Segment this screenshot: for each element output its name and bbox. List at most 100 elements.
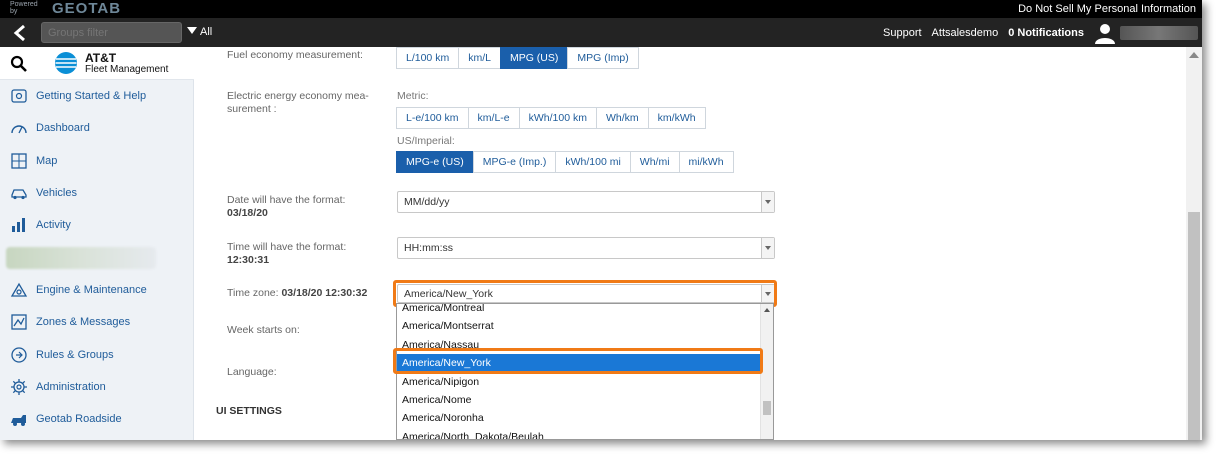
all-label: All [200,26,213,38]
electric-label-line2: surement : [227,103,277,115]
sidebar-item-label: Dashboard [36,122,90,135]
us-option-mpge-us[interactable]: MPG-e (US) [396,151,474,173]
sidebar-item-activity[interactable]: Activity [0,209,194,241]
time-format-text: Time will have the format: [227,241,347,253]
time-format-value: HH:mm:ss [404,242,453,254]
user-icon[interactable] [1094,22,1116,44]
electric-label-line1: Electric energy economy mea- [227,90,369,102]
tz-option[interactable]: America/Noronha [397,409,761,427]
scroll-thumb[interactable] [763,401,771,415]
date-format-example: 03/18/20 [227,207,268,219]
us-option-kwh100mi[interactable]: kWh/100 mi [555,151,631,173]
scroll-thumb[interactable] [1188,212,1200,440]
sidebar-item-zones-messages[interactable]: Zones & Messages [0,306,194,338]
sidebar-item-label: Administration [36,380,106,393]
us-option-mikwh[interactable]: mi/kWh [678,151,734,173]
dashboard-icon [11,125,27,134]
tz-option[interactable]: America/North_Dakota/Beulah [397,428,761,439]
user-name[interactable]: Attsalesdemo [932,27,999,39]
language-label: Language: [227,366,277,378]
time-zone-text: Time zone: [227,287,279,299]
gear-icon [11,378,27,395]
sidebar: AT&T Fleet Management Getting Started & … [0,47,194,440]
time-zone-example: 03/18/20 12:30:32 [281,287,368,299]
sidebar-item-blurred[interactable] [0,241,194,273]
sidebar-item-rules-groups[interactable]: Rules & Groups [0,338,194,370]
metric-option-kmkwh[interactable]: km/kWh [647,107,706,129]
do-not-sell-link[interactable]: Do Not Sell My Personal Information [1018,3,1196,15]
sidebar-item-geotab-roadside[interactable]: Geotab Roadside [0,403,194,435]
page-scrollbar[interactable] [1186,47,1202,440]
engine-icon [10,282,28,297]
user-account-blurred[interactable] [1120,25,1198,40]
caret-down-icon [187,27,197,34]
sidebar-item-label: Engine & Maintenance [36,283,147,296]
electric-economy-label: Electric energy economy mea- surement : [227,90,369,116]
chevron-down-icon[interactable] [761,238,774,258]
sidebar-item-label: Rules & Groups [36,348,114,361]
date-format-text: Date will have the format: [227,194,346,206]
activity-icon [12,218,25,233]
fuel-option-mpg-imp[interactable]: MPG (Imp) [567,47,639,69]
us-option-mpge-imp[interactable]: MPG-e (Imp.) [472,151,557,173]
new-york-highlight [393,348,763,374]
sidebar-item-getting-started[interactable]: Getting Started & Help [0,80,194,112]
att-globe-icon [55,52,77,74]
date-format-value: MM/dd/yy [404,196,450,208]
powered-by-label: Powered by [10,1,38,15]
brand-subtitle: Fleet Management [85,64,169,75]
time-zone-label: Time zone: 03/18/20 12:30:32 [227,287,367,300]
sidebar-item-label: Map [36,154,58,167]
tz-option[interactable]: America/Montreal [397,304,761,317]
search-icon[interactable] [10,55,28,73]
fuel-option-kml[interactable]: km/L [458,47,501,69]
brand-row: AT&T Fleet Management [0,47,194,80]
metric-option-kmle[interactable]: km/L-e [467,107,520,129]
zones-icon [11,314,27,330]
vehicle-icon [11,189,27,200]
date-format-label: Date will have the format: 03/18/20 [227,194,345,220]
support-link[interactable]: Support [883,27,922,39]
brand-name: AT&T [85,51,117,65]
tz-option[interactable]: America/Montserrat [397,317,761,335]
geotab-logo: GEOTAB [52,0,122,17]
groups-filter-input[interactable] [41,22,182,43]
metric-option-whkm[interactable]: Wh/km [595,107,649,129]
sidebar-item-label: Vehicles [36,187,77,200]
rules-icon [11,346,27,363]
time-format-select[interactable]: HH:mm:ss [397,237,775,259]
fuel-option-l100km[interactable]: L/100 km [396,47,460,69]
sidebar-menu: Getting Started & Help Dashboard Map Veh… [0,80,194,435]
metric-option-kwh100km[interactable]: kWh/100 km [518,107,597,129]
sidebar-item-vehicles[interactable]: Vehicles [0,177,194,209]
tz-option[interactable]: America/Nome [397,391,761,409]
chevron-down-icon[interactable] [761,192,774,212]
scroll-up-icon[interactable] [1189,52,1199,58]
nav-bar: All Support Attsalesdemo 0 Notifications [0,18,1202,47]
sidebar-item-map[interactable]: Map [0,145,194,177]
metric-label: Metric: [397,90,429,102]
date-format-select[interactable]: MM/dd/yy [397,191,775,213]
us-option-whmi[interactable]: Wh/mi [629,151,680,173]
back-arrow-icon[interactable] [11,23,29,43]
help-icon [11,89,27,103]
all-groups-dropdown[interactable]: All [187,26,212,38]
sidebar-item-label: Getting Started & Help [36,90,147,103]
metric-option-le100km[interactable]: L-e/100 km [396,107,469,129]
tz-option[interactable]: America/Nipigon [397,373,761,391]
time-format-example: 12:30:31 [227,254,270,266]
metric-options: L-e/100 km km/L-e kWh/100 km Wh/km km/kW… [396,107,706,129]
sidebar-item-administration[interactable]: Administration [0,371,194,403]
fuel-option-mpg-us[interactable]: MPG (US) [499,47,569,69]
app-window: Powered by GEOTAB Do Not Sell My Persona… [0,0,1202,440]
sidebar-item-label: Geotab Roadside [36,413,122,426]
us-imperial-options: MPG-e (US) MPG-e (Imp.) kWh/100 mi Wh/mi… [396,151,734,173]
scroll-up-icon[interactable] [764,308,770,312]
sidebar-item-engine-maintenance[interactable]: Engine & Maintenance [0,274,194,306]
sidebar-item-label: Activity [36,219,71,232]
fuel-economy-label: Fuel economy measurement: [227,49,363,61]
notifications-link[interactable]: 0 Notifications [1008,27,1084,39]
sidebar-item-dashboard[interactable]: Dashboard [0,112,194,144]
us-imperial-label: US/Imperial: [397,135,455,147]
fuel-economy-options: L/100 km km/L MPG (US) MPG (Imp) [396,47,639,69]
